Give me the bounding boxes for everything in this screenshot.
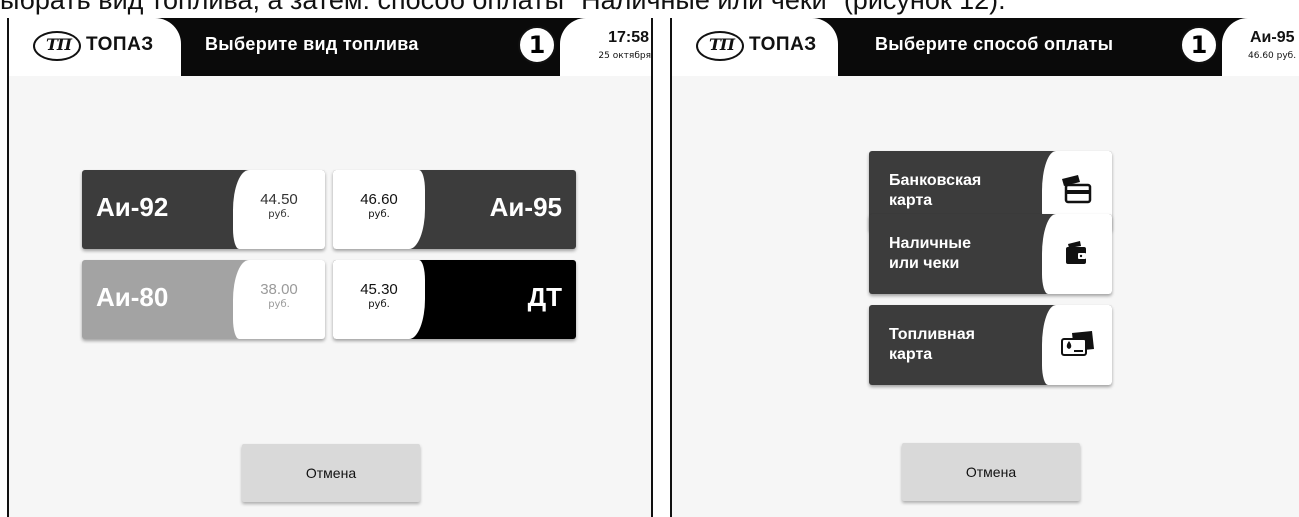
payment-cash-button[interactable]: Наличные или чеки <box>869 214 1112 294</box>
document-caption: ыбрать вид топлива, а затем: способ опла… <box>0 0 1006 15</box>
fuel-price: 46.60 <box>360 191 398 208</box>
payment-icon-area <box>1042 214 1112 294</box>
page-title: Выберите способ оплаты <box>875 34 1114 54</box>
cancel-button[interactable]: Отмена <box>902 443 1080 501</box>
fuel-price-unit: руб. <box>368 299 390 310</box>
fuel-name: Аи-95 <box>489 192 562 222</box>
fuel-price: 44.50 <box>260 191 298 208</box>
header: ТП ТОПАЗ Выберите способ оплаты 1 Аи-95 … <box>672 18 1299 76</box>
fuel-option-ai95[interactable]: 46.60 руб. Аи-95 <box>333 170 576 249</box>
header: ТП ТОПАЗ Выберите вид топлива 1 17:58 25… <box>9 18 651 76</box>
payment-label-line1: Наличные <box>889 235 971 252</box>
fuel-option-ai80[interactable]: Аи-80 38.00 руб. <box>82 260 325 339</box>
fuel-price-area: 45.30 руб. <box>333 260 425 339</box>
payment-label-line2: карта <box>889 346 933 363</box>
selected-fuel-tab: Аи-95 46.60 руб. <box>1222 18 1299 76</box>
payment-label: Наличные или чеки <box>889 234 971 274</box>
payment-fuel-card-button[interactable]: Топливная карта <box>869 305 1112 385</box>
topaz-logo-icon: ТП <box>33 31 81 61</box>
payment-label-line1: Банковская <box>889 172 982 189</box>
payment-method-screen: ТП ТОПАЗ Выберите способ оплаты 1 Аи-95 … <box>670 18 1299 517</box>
logo-text: ТОПАЗ <box>86 34 154 55</box>
wallet-icon <box>1066 241 1086 264</box>
topaz-logo-icon: ТП <box>696 31 744 61</box>
pump-number-badge: 1 <box>1180 26 1218 64</box>
payment-label-line1: Топливная <box>889 326 975 343</box>
page-title: Выберите вид топлива <box>205 34 419 54</box>
payment-icon-area <box>1042 305 1112 385</box>
bank-card-icon <box>1062 175 1092 204</box>
fuel-price-area: 46.60 руб. <box>333 170 425 249</box>
payment-label: Топливная карта <box>889 325 975 365</box>
fuel-price: 38.00 <box>260 281 298 298</box>
fuel-option-dt[interactable]: 45.30 руб. ДТ <box>333 260 576 339</box>
clock-tab: 17:58 25 октября <box>560 18 651 76</box>
fuel-price-unit: руб. <box>268 299 290 310</box>
logo-tab: ТП ТОПАЗ <box>9 18 181 76</box>
payment-label-line2: или чеки <box>889 255 960 272</box>
fuel-selection-screen: ТП ТОПАЗ Выберите вид топлива 1 17:58 25… <box>7 18 653 517</box>
fuel-price-unit: руб. <box>268 209 290 220</box>
clock-time: 17:58 <box>608 29 649 46</box>
pump-number-badge: 1 <box>518 26 556 64</box>
fuel-option-ai92[interactable]: Аи-92 44.50 руб. <box>82 170 325 249</box>
payment-label: Банковская карта <box>889 171 981 211</box>
fuel-price-area: 38.00 руб. <box>233 260 325 339</box>
logo-text: ТОПАЗ <box>749 34 817 55</box>
fuel-price-area: 44.50 руб. <box>233 170 325 249</box>
fuel-name: Аи-80 <box>96 282 169 312</box>
logo-tab: ТП ТОПАЗ <box>672 18 838 76</box>
fuel-price: 45.30 <box>360 281 398 298</box>
cancel-button[interactable]: Отмена <box>242 444 420 502</box>
clock-date: 25 октября <box>598 51 651 61</box>
selected-fuel: Аи-95 <box>1250 29 1295 46</box>
fuel-name: ДТ <box>527 282 562 312</box>
fuel-name: Аи-92 <box>96 192 169 222</box>
fuel-card-icon <box>1061 331 1094 356</box>
selected-fuel-price: 46.60 руб. <box>1248 51 1297 61</box>
fuel-price-unit: руб. <box>368 209 390 220</box>
payment-label-line2: карта <box>889 192 933 209</box>
